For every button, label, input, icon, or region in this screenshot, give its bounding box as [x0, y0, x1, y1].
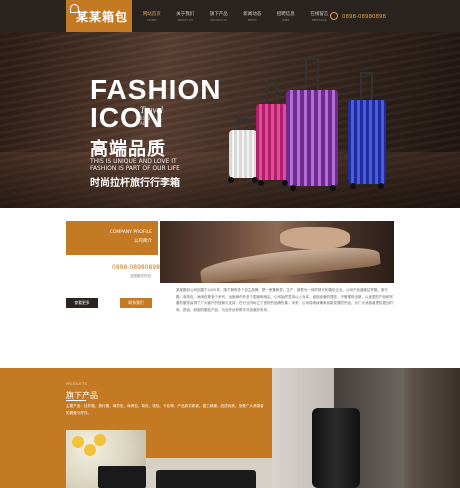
nav-sublabel: MESSAGE — [311, 17, 327, 22]
product-thumb[interactable] — [146, 458, 272, 488]
about-paragraph: 某某箱包公司创建于2005年，旗下拥有多个自主品牌，是一家集研发、生产、销售为一… — [176, 288, 393, 312]
nav-sublabel: PRODUCTS — [210, 17, 228, 22]
suitcase-wheel — [282, 180, 288, 186]
title-divider — [66, 400, 86, 401]
briefcase-image — [312, 408, 360, 488]
contact-us-button[interactable]: 联系我们 — [120, 298, 152, 308]
logo-icon — [70, 4, 79, 13]
nav-item-news[interactable]: 新闻动态 NEWS — [236, 6, 270, 28]
leather-piece — [199, 241, 381, 283]
products-en-title: PRODUCTS — [66, 381, 87, 386]
hero-subtitle-line: THIS IS UNIQUE AND LOVE IT — [90, 158, 177, 165]
suitcase-handle — [266, 82, 278, 104]
flower-image — [94, 434, 106, 446]
suitcase-handle — [305, 58, 319, 90]
suitcase-wheel — [290, 185, 296, 191]
nav-item-home[interactable]: 网站首页 HOME — [135, 6, 169, 28]
site-logo[interactable]: 某某箱包 — [66, 0, 132, 32]
product-thumb[interactable] — [66, 430, 146, 488]
flower-image — [84, 444, 96, 456]
suitcase-wheel — [258, 180, 264, 186]
nav-sublabel: HOME — [147, 17, 157, 22]
top-navigation-bar: 某某箱包 网站首页 HOME 关于我们 ABOUT US 旗下产品 PRODUC… — [0, 0, 460, 32]
hand-image — [280, 227, 350, 249]
logo-text: 某某箱包 — [75, 9, 128, 24]
main-nav: 网站首页 HOME 关于我们 ABOUT US 旗下产品 PRODUCTS 新闻… — [135, 6, 336, 28]
products-description: 主要产品：拉杆箱、旅行箱、商务包、休闲包、背包、钱包、卡包等。产品款式新颖，做工… — [66, 404, 264, 415]
about-cn-title: 公司简介 — [134, 239, 152, 244]
nav-item-about[interactable]: 关于我们 ABOUT US — [169, 6, 203, 28]
suitcase-handle — [237, 118, 249, 130]
view-more-button[interactable]: 查看更多 — [66, 298, 98, 308]
about-image — [160, 221, 394, 283]
hero-travel: Travel — [140, 105, 164, 115]
products-feature-image[interactable] — [272, 368, 460, 488]
nav-item-jobs[interactable]: 招聘信息 JOBS — [269, 6, 303, 28]
flower-image — [72, 436, 84, 448]
nav-sublabel: JOBS — [282, 17, 290, 22]
hero-title-fashion: FASHION — [90, 74, 222, 105]
hero-banner[interactable]: FASHION ICON Travel 2018 ABIY 高端品质 THIS … — [0, 32, 460, 208]
suitcase-handle — [360, 72, 373, 100]
product-bag-image — [156, 470, 256, 488]
suitcase-wheel — [330, 185, 336, 191]
about-phone-label: 全国服务热线 — [130, 274, 151, 278]
pink-suitcase — [256, 104, 288, 180]
white-suitcase — [229, 130, 257, 178]
suitcase-wheel — [228, 177, 234, 183]
hero-tagline: 时尚拉杆旅行行李箱 — [90, 178, 180, 189]
blue-suitcase — [348, 100, 386, 184]
nav-sublabel: NEWS — [247, 17, 257, 22]
suitcase-wheel — [378, 183, 384, 189]
suitcase-wheel — [350, 183, 356, 189]
header-phone: 0898-08980898 — [342, 14, 386, 20]
nav-sublabel: ABOUT US — [177, 17, 193, 22]
about-en-title: COMPANY PROFILE — [109, 230, 152, 235]
nav-item-products[interactable]: 旗下产品 PRODUCTS — [202, 6, 236, 28]
phone-icon — [330, 12, 338, 20]
about-heading-box: COMPANY PROFILE 公司简介 — [66, 221, 158, 255]
hero-small-text: ABIY — [140, 121, 150, 126]
hero-subtitle-line: FASHION IS PART OF OUR LIFE — [90, 165, 180, 172]
product-case-image — [98, 466, 146, 488]
purple-suitcase — [286, 90, 338, 186]
about-phone: 0898-08980898 — [112, 264, 160, 271]
